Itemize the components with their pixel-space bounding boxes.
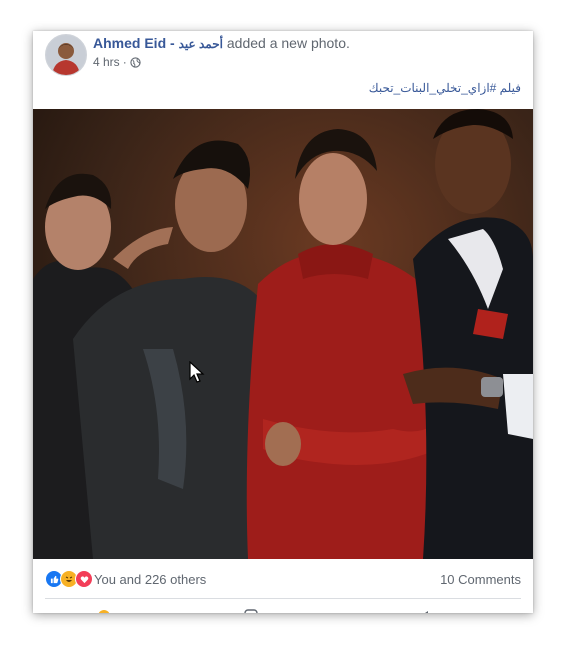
author-separator: - — [166, 35, 179, 51]
like-button-icon[interactable] — [97, 609, 111, 613]
author-name-link[interactable]: Ahmed Eid — [93, 35, 166, 51]
comments-count-link[interactable]: 10 Comments — [440, 572, 521, 587]
reaction-icons[interactable] — [45, 570, 93, 588]
post-photo[interactable] — [33, 109, 533, 559]
author-avatar[interactable] — [45, 34, 87, 76]
post-timestamp[interactable]: 4 hrs — [93, 55, 120, 69]
mouse-cursor-icon — [189, 361, 205, 383]
share-button-icon[interactable] — [420, 609, 434, 613]
avatar-image — [46, 35, 86, 75]
post-meta: 4 hrs · — [93, 55, 141, 69]
post-caption[interactable]: فيلم #ازاي_تخلي_البنات_تحبك — [369, 81, 521, 95]
globe-icon[interactable] — [130, 56, 141, 68]
love-icon — [75, 570, 93, 588]
comment-button-icon[interactable] — [244, 609, 258, 613]
post-action-bar — [33, 601, 533, 613]
photo-image — [33, 109, 533, 559]
meta-separator: · — [122, 55, 127, 69]
post-header: Ahmed Eid - أحمد عيد added a new photo. — [93, 35, 350, 51]
reactions-summary[interactable]: You and 226 others — [94, 572, 206, 587]
author-arabic-name-link[interactable]: أحمد عيد — [179, 37, 223, 51]
actions-divider — [45, 598, 521, 599]
reactions-bar: You and 226 others 10 Comments — [45, 569, 521, 589]
post-card: Ahmed Eid - أحمد عيد added a new photo. … — [33, 31, 533, 613]
post-action-text: added a new photo. — [222, 35, 350, 51]
